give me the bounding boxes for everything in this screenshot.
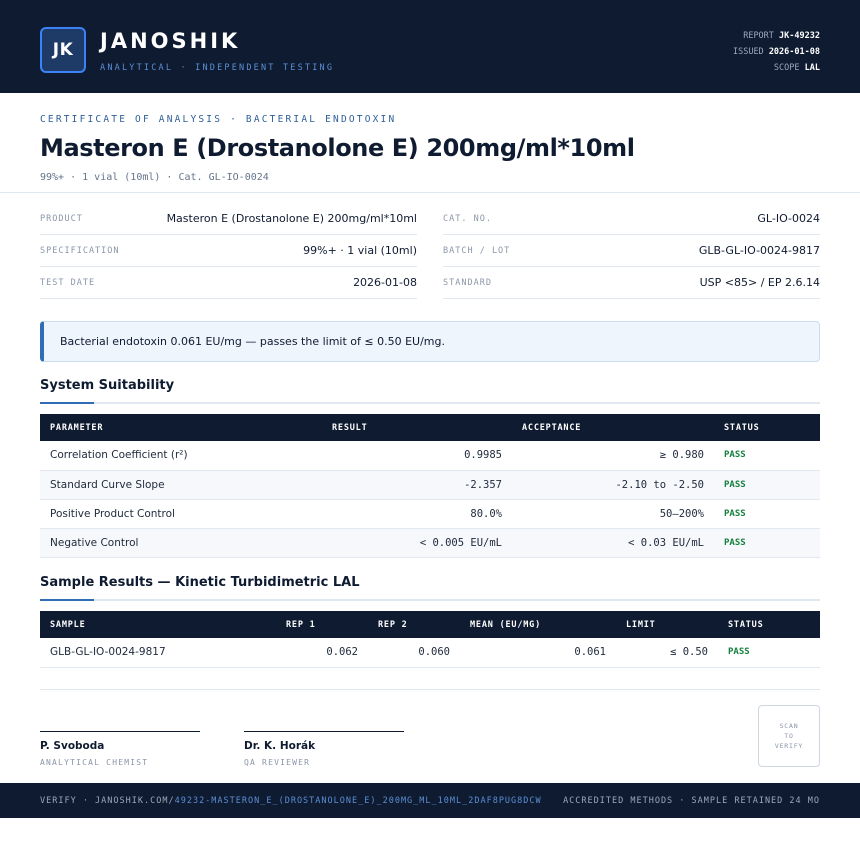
- status-badge: PASS: [718, 638, 820, 668]
- result-banner: Bacterial endotoxin 0.061 EU/mg — passes…: [40, 321, 820, 362]
- status-badge: PASS: [714, 528, 820, 558]
- sample-results-table: SAMPLE REP 1 REP 2 MEAN (EU/MG) LIMIT ST…: [40, 611, 820, 668]
- column-header: STATUS: [714, 414, 820, 441]
- table-row: Correlation Coefficient (r²) 0.9985 ≥ 0.…: [40, 441, 820, 471]
- brand-tagline: ANALYTICAL · INDEPENDENT TESTING: [100, 63, 335, 73]
- table-header-row: SAMPLE REP 1 REP 2 MEAN (EU/MG) LIMIT ST…: [40, 611, 820, 638]
- issued-date: 2026-01-08: [768, 47, 820, 57]
- parameter-cell: Positive Product Control: [40, 499, 322, 529]
- parameter-cell: Correlation Coefficient (r²): [40, 441, 322, 471]
- qr-text: VERIFY: [774, 742, 804, 750]
- info-value: GL-IO-0024: [757, 212, 820, 225]
- report-label: REPORT: [743, 31, 774, 41]
- info-row-cat-no: CAT. NO. GL-IO-0024: [443, 203, 820, 235]
- section-title-system-suitability: System Suitability: [40, 378, 175, 393]
- qr-text: SCAN: [779, 722, 799, 730]
- divider: [0, 192, 860, 193]
- footer-bar: VERIFY · JANOSHIK.COM/49232-MASTERON_E_(…: [0, 783, 860, 818]
- info-row-standard: STANDARD USP <85> / EP 2.6.14: [443, 267, 820, 299]
- rep1-cell: 0.062: [276, 638, 368, 668]
- column-header: PARAMETER: [40, 414, 322, 441]
- divider: [40, 689, 820, 690]
- product-info-right: CAT. NO. GL-IO-0024 BATCH / LOT GLB-GL-I…: [443, 203, 820, 299]
- status-badge: PASS: [714, 499, 820, 529]
- brand-name: JANOSHIK: [100, 29, 241, 53]
- signatory-name: Dr. K. Horák: [244, 740, 316, 752]
- logo: JK: [40, 27, 86, 73]
- column-header: RESULT: [322, 414, 512, 441]
- system-suitability-table: PARAMETER RESULT ACCEPTANCE STATUS Corre…: [40, 414, 820, 558]
- signature-block: P. Svoboda ANALYTICAL CHEMIST: [40, 731, 200, 767]
- column-header: ACCEPTANCE: [512, 414, 714, 441]
- table-header-row: PARAMETER RESULT ACCEPTANCE STATUS: [40, 414, 820, 441]
- signature-block: Dr. K. Horák QA REVIEWER: [244, 731, 404, 767]
- result-cell: 0.9985: [322, 441, 512, 471]
- signatory-role: ANALYTICAL CHEMIST: [40, 758, 149, 767]
- report-number: JK-49232: [779, 31, 820, 41]
- acceptance-cell: -2.10 to -2.50: [512, 470, 714, 500]
- page-subtitle: 99%+ · 1 vial (10ml) · Cat. GL-IO-0024: [40, 172, 269, 183]
- verify-qr-placeholder[interactable]: SCAN TO VERIFY: [758, 705, 820, 767]
- info-value: 2026-01-08: [353, 276, 417, 289]
- rep2-cell: 0.060: [368, 638, 460, 668]
- qr-text: TO: [784, 732, 794, 740]
- result-cell: 80.0%: [322, 499, 512, 529]
- column-header: STATUS: [718, 611, 820, 638]
- signatory-role: QA REVIEWER: [244, 758, 311, 767]
- acceptance-cell: < 0.03 EU/mL: [512, 528, 714, 558]
- table-row: Standard Curve Slope -2.357 -2.10 to -2.…: [40, 470, 820, 500]
- parameter-cell: Negative Control: [40, 528, 322, 558]
- section-rule: [40, 599, 820, 601]
- info-label: CAT. NO.: [443, 213, 492, 224]
- table-row: Positive Product Control 80.0% 50–200% P…: [40, 499, 820, 529]
- info-label: BATCH / LOT: [443, 245, 511, 256]
- table-row: Negative Control < 0.005 EU/mL < 0.03 EU…: [40, 528, 820, 558]
- info-value: GLB-GL-IO-0024-9817: [698, 244, 820, 257]
- section-rule-accent: [40, 402, 94, 404]
- signatory-name: P. Svoboda: [40, 740, 105, 752]
- parameter-cell: Standard Curve Slope: [40, 470, 322, 500]
- limit-cell: ≤ 0.50: [616, 638, 718, 668]
- result-cell: -2.357: [322, 470, 512, 500]
- info-label: PRODUCT: [40, 213, 83, 224]
- mean-cell: 0.061: [460, 638, 616, 668]
- info-row-product: PRODUCT Masteron E (Drostanolone E) 200m…: [40, 203, 417, 235]
- info-value: USP <85> / EP 2.6.14: [699, 276, 820, 289]
- footer-note: ACCREDITED METHODS · SAMPLE RETAINED 24 …: [563, 795, 820, 806]
- info-label: STANDARD: [443, 277, 492, 288]
- product-info-left: PRODUCT Masteron E (Drostanolone E) 200m…: [40, 203, 417, 299]
- scope-label: SCOPE: [773, 63, 800, 73]
- header-bar: JK JANOSHIK ANALYTICAL · INDEPENDENT TES…: [0, 0, 860, 93]
- info-row-batch: BATCH / LOT GLB-GL-IO-0024-9817: [443, 235, 820, 267]
- document-kicker: CERTIFICATE OF ANALYSIS · BACTERIAL ENDO…: [40, 114, 397, 125]
- report-meta: REPORT JK-49232 ISSUED 2026-01-08 SCOPE …: [733, 28, 820, 76]
- sample-cell: GLB-GL-IO-0024-9817: [40, 638, 276, 668]
- info-value: 99%+ · 1 vial (10ml): [303, 244, 417, 257]
- column-header: LIMIT: [616, 611, 718, 638]
- verify-prefix: VERIFY · JANOSHIK.COM/: [40, 795, 175, 806]
- scope-value: LAL: [804, 63, 820, 73]
- section-title-sample-results: Sample Results — Kinetic Turbidimetric L…: [40, 575, 360, 590]
- column-header: REP 2: [368, 611, 460, 638]
- result-cell: < 0.005 EU/mL: [322, 528, 512, 558]
- info-label: TEST DATE: [40, 277, 96, 288]
- table-row: GLB-GL-IO-0024-9817 0.062 0.060 0.061 ≤ …: [40, 638, 820, 668]
- status-badge: PASS: [714, 441, 820, 471]
- status-badge: PASS: [714, 470, 820, 500]
- verify-link[interactable]: 49232-MASTERON_E_(DROSTANOLONE_E)_200MG_…: [175, 796, 542, 806]
- column-header: SAMPLE: [40, 611, 276, 638]
- page-title: Masteron E (Drostanolone E) 200mg/ml*10m…: [40, 134, 635, 162]
- info-value: Masteron E (Drostanolone E) 200mg/ml*10m…: [166, 212, 417, 225]
- issued-label: ISSUED: [732, 47, 764, 57]
- info-row-test-date: TEST DATE 2026-01-08: [40, 267, 417, 299]
- column-header: REP 1: [276, 611, 368, 638]
- acceptance-cell: ≥ 0.980: [512, 441, 714, 471]
- info-row-specification: SPECIFICATION 99%+ · 1 vial (10ml): [40, 235, 417, 267]
- section-rule-accent: [40, 599, 94, 601]
- verify-link-container: VERIFY · JANOSHIK.COM/49232-MASTERON_E_(…: [40, 796, 542, 806]
- info-label: SPECIFICATION: [40, 245, 120, 256]
- acceptance-cell: 50–200%: [512, 499, 714, 529]
- column-header: MEAN (EU/MG): [460, 611, 616, 638]
- section-rule: [40, 402, 820, 404]
